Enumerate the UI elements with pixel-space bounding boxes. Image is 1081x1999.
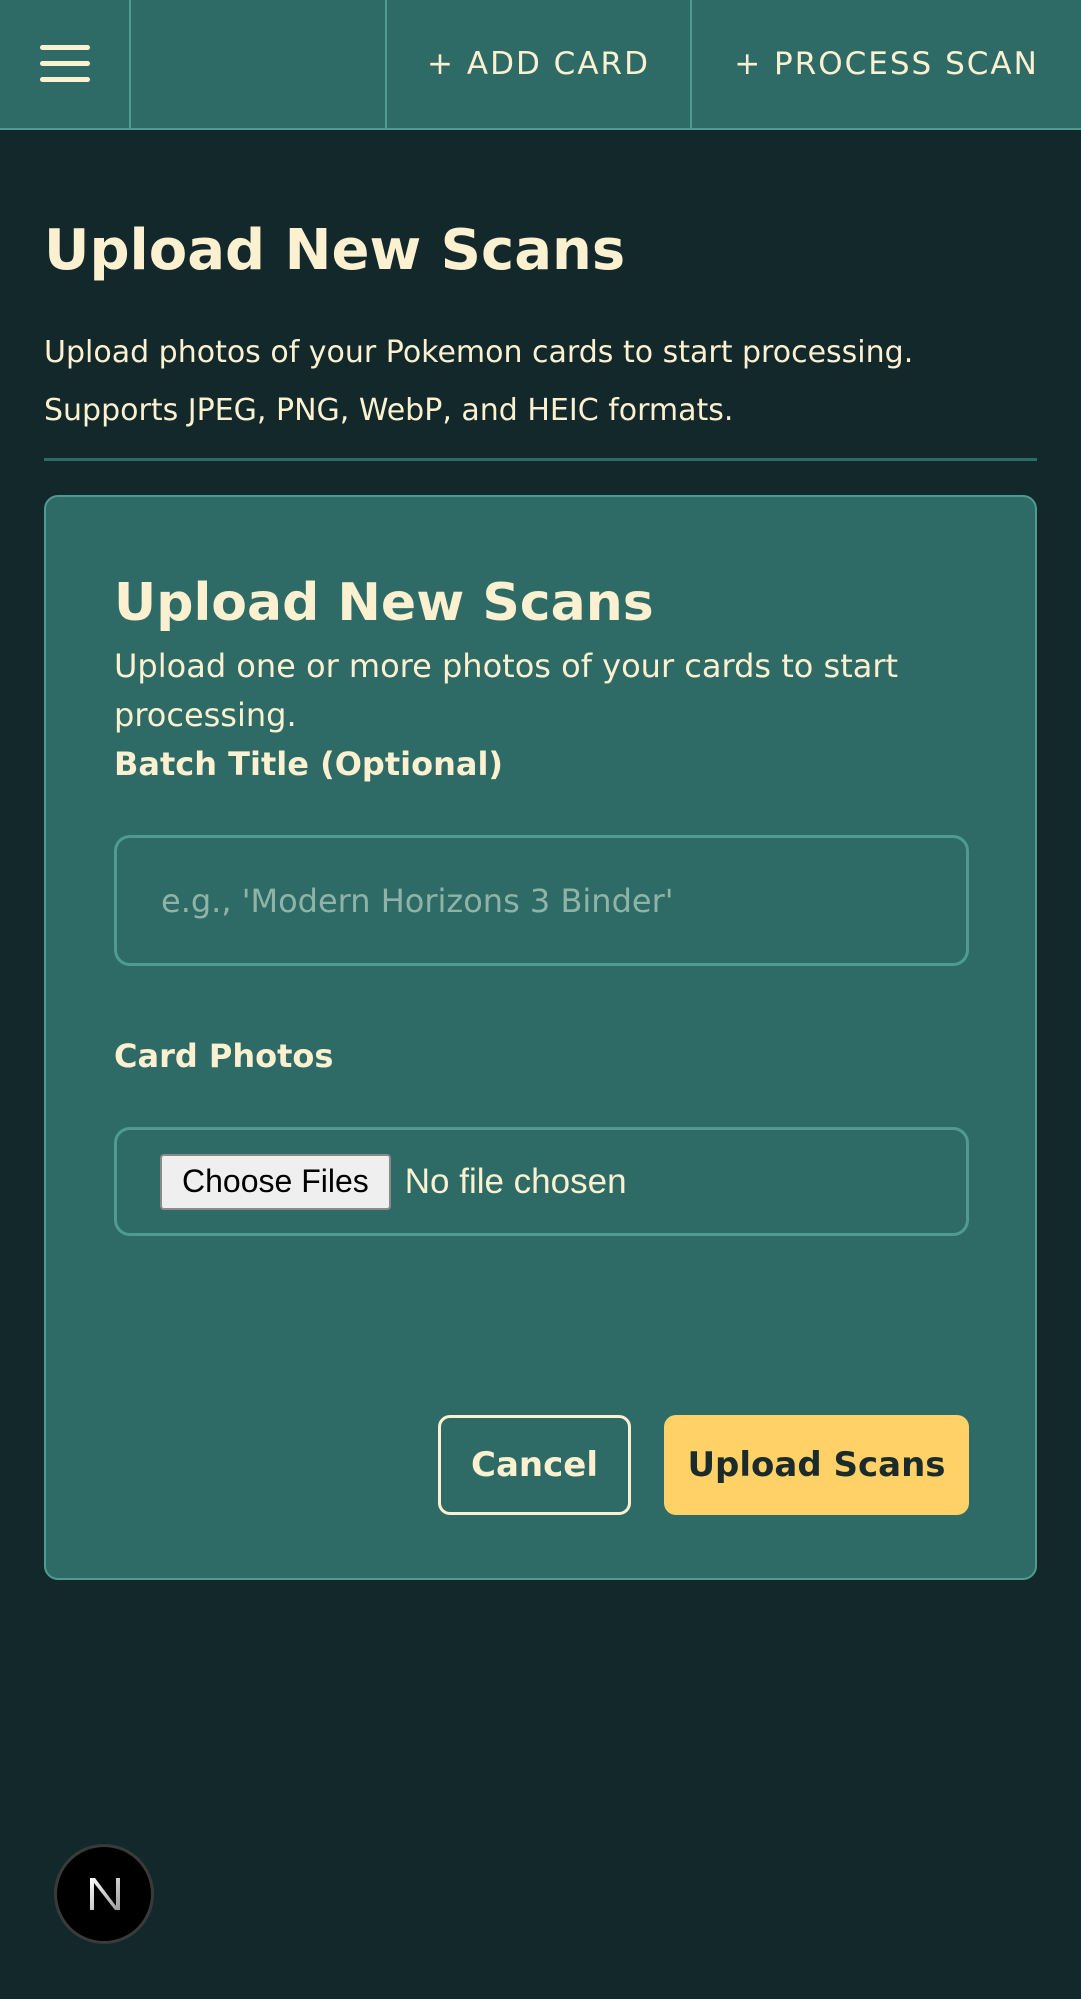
form-title: Upload New Scans [114, 573, 654, 633]
page-title: Upload New Scans [44, 218, 626, 283]
process-scan-label: + PROCESS SCAN [734, 46, 1039, 82]
process-scan-button[interactable]: + PROCESS SCAN [692, 0, 1081, 128]
batch-title-label: Batch Title (Optional) [114, 745, 504, 783]
top-nav-bar: + ADD CARD + PROCESS SCAN [0, 0, 1081, 130]
nav-empty-slot [131, 0, 387, 128]
card-photos-label: Card Photos [114, 1037, 334, 1075]
add-card-label: + ADD CARD [427, 46, 650, 82]
upload-form-card: Upload New Scans Upload one or more phot… [44, 495, 1037, 1580]
nextjs-logo-icon [90, 1878, 120, 1910]
upload-scans-button[interactable]: Upload Scans [664, 1415, 969, 1515]
batch-title-input[interactable] [114, 835, 969, 966]
nextjs-dev-badge[interactable] [54, 1844, 154, 1944]
page-description: Upload photos of your Pokemon cards to s… [44, 335, 914, 428]
cancel-button[interactable]: Cancel [438, 1415, 631, 1515]
card-photos-file-input[interactable]: Choose Files No file chosen [114, 1127, 969, 1236]
form-description: Upload one or more photos of your cards … [114, 647, 899, 734]
file-status-text: No file chosen [404, 1161, 627, 1201]
add-card-button[interactable]: + ADD CARD [387, 0, 692, 128]
menu-button[interactable] [0, 0, 131, 128]
choose-files-button[interactable]: Choose Files [160, 1153, 391, 1210]
hamburger-menu-icon [39, 45, 90, 83]
section-divider [44, 458, 1037, 461]
